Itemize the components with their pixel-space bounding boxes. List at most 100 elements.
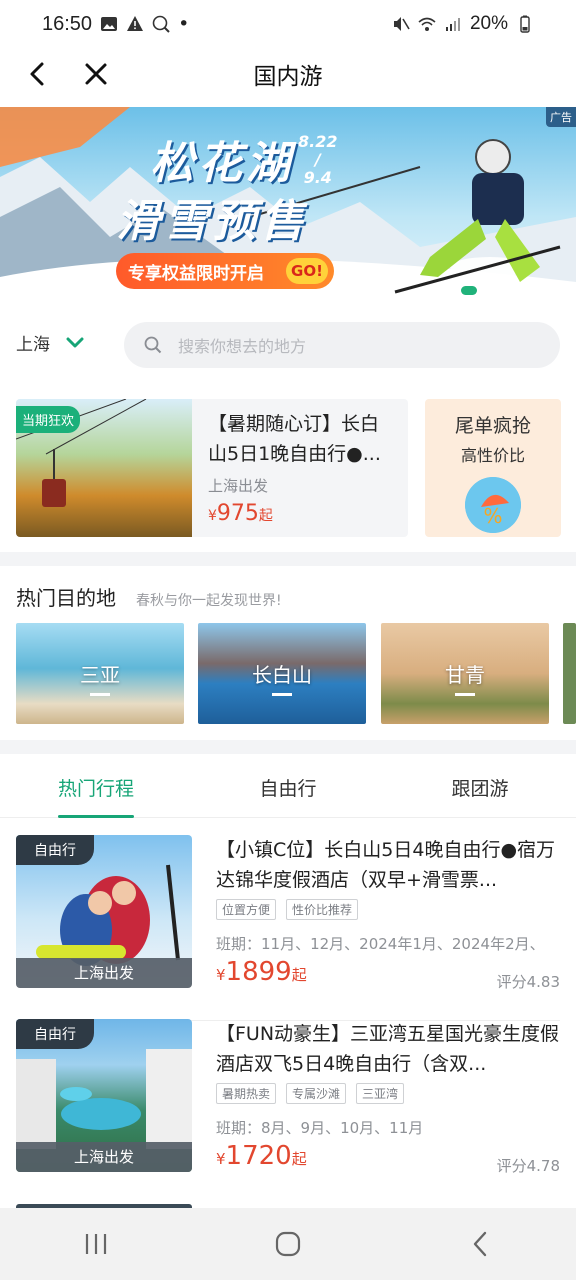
deal-departure: 上海出发	[208, 477, 269, 495]
city-selector[interactable]: 上海	[16, 330, 84, 355]
trip-rating: 评分4.83	[496, 973, 560, 991]
banner-title-line2: 滑雪预售	[116, 196, 308, 247]
trip-tabs: 热门行程 自由行 跟团游	[0, 760, 576, 818]
deal-price-suffix: 起	[258, 508, 273, 524]
svg-text:%: %	[483, 504, 502, 528]
banner-date-start: 8.22	[298, 132, 338, 151]
carousel-dot[interactable]	[513, 286, 522, 295]
section-divider	[0, 552, 576, 566]
trip-price-suffix: 起	[291, 1150, 307, 1168]
carousel-indicator	[461, 286, 552, 295]
trip-price: ¥1720起	[216, 1141, 307, 1171]
trip-price: ¥1899起	[216, 957, 307, 987]
back-icon	[473, 1231, 487, 1257]
signal-icon	[445, 18, 460, 31]
system-nav-bar	[0, 1208, 576, 1280]
status-bar: 16:50 • 20%	[0, 0, 576, 48]
discount-percent-icon: %	[465, 477, 521, 533]
trip-price-value: 1899	[225, 957, 292, 987]
trip-tags: 位置方便 性价比推荐	[216, 899, 359, 920]
trip-image: 自由行 上海出发	[16, 1019, 192, 1172]
carousel-dot[interactable]	[543, 286, 552, 295]
trip-departure: 上海出发	[16, 958, 192, 988]
more-dot-icon: •	[178, 13, 190, 35]
carousel-dot[interactable]	[528, 286, 537, 295]
search-input[interactable]: 搜索你想去的地方	[124, 322, 560, 368]
banner-title-line1: 松花湖	[150, 138, 294, 189]
home-icon	[275, 1231, 301, 1257]
banner-promo-pill[interactable]: 专享权益限时开启 GO!	[116, 253, 334, 289]
battery-icon	[520, 15, 530, 33]
tail-sale-subtitle: 高性价比	[460, 446, 525, 465]
back-button[interactable]	[450, 1222, 510, 1266]
trip-price-suffix: 起	[291, 966, 307, 984]
trip-title: 【FUN动豪生】三亚湾五星国光豪生度假酒店双飞5日4晚自由行（含双...	[216, 1023, 560, 1075]
banner-date-sep: /	[314, 150, 321, 169]
deal-title: 【暑期随心订】长白山5日1晚自由行●...	[208, 413, 381, 465]
destination-label: 长白山	[252, 659, 312, 696]
trip-tag: 位置方便	[216, 899, 277, 920]
trip-currency: ¥	[216, 1150, 226, 1168]
destination-card[interactable]	[563, 623, 576, 724]
trip-rating: 评分4.78	[496, 1157, 560, 1175]
carousel-dot[interactable]	[498, 286, 507, 295]
destination-card[interactable]: 甘青	[381, 623, 549, 724]
banner-go-button[interactable]: GO!	[286, 258, 328, 284]
deal-card[interactable]: 当期狂欢 【暑期随心订】长白山5日1晚自由行●... 上海出发 ¥975起	[16, 399, 408, 537]
city-label: 上海	[16, 335, 50, 355]
trip-tags: 暑期热卖 专属沙滩 三亚湾	[216, 1083, 405, 1104]
back-arrow-icon[interactable]	[22, 58, 54, 90]
mute-icon	[393, 17, 410, 31]
destination-card[interactable]: 三亚	[16, 623, 184, 724]
trip-tag: 性价比推荐	[286, 899, 359, 920]
home-button[interactable]	[258, 1222, 318, 1266]
close-icon[interactable]	[80, 58, 112, 90]
trip-price-value: 1720	[225, 1141, 292, 1171]
trip-tag: 专属沙滩	[286, 1083, 347, 1104]
tab-hot-trips[interactable]: 热门行程	[0, 760, 192, 818]
search-placeholder: 搜索你想去的地方	[178, 337, 307, 356]
carousel-dot[interactable]	[483, 286, 492, 295]
hot-destinations-header: 热门目的地 春秋与你一起发现世界!	[16, 582, 282, 611]
trip-image: 自由行 上海出发	[16, 835, 192, 988]
destination-label: 甘青	[445, 659, 485, 696]
section-divider	[0, 740, 576, 754]
search-icon	[144, 336, 162, 354]
deal-price: ¥975起	[208, 501, 273, 526]
trip-tag: 暑期热卖	[216, 1083, 277, 1104]
trip-departure: 上海出发	[16, 1142, 192, 1172]
hot-destinations-subtitle: 春秋与你一起发现世界!	[136, 593, 282, 609]
carousel-dot[interactable]	[461, 286, 477, 295]
deal-badge: 当期狂欢	[16, 406, 81, 433]
recents-icon	[85, 1234, 107, 1254]
trip-type-badge: 自由行	[16, 1019, 94, 1049]
banner-promo-text: 专享权益限时开启	[128, 263, 264, 284]
trip-list-item[interactable]: 自由行 上海出发 【FUN动豪生】三亚湾五星国光豪生度假酒店双飞5日4晚自由行（…	[0, 1019, 576, 1189]
tab-free-travel[interactable]: 自由行	[192, 760, 384, 817]
trip-tag: 三亚湾	[356, 1083, 405, 1104]
trip-type-badge: 自由行	[16, 835, 94, 865]
deal-currency: ¥	[208, 508, 217, 524]
chevron-down-icon	[66, 337, 84, 347]
recents-button[interactable]	[66, 1222, 126, 1266]
hot-destinations-title: 热门目的地	[16, 586, 116, 610]
trip-currency: ¥	[216, 966, 226, 984]
promo-banner[interactable]: 广告 松花湖 8.22 / 9.4 滑雪预售 专享权益限时开启 GO!	[0, 107, 576, 307]
app-bar: 国内游	[0, 48, 576, 100]
trip-schedule: 班期：11月、12月、2024年1月、2024年2月、	[216, 935, 545, 953]
status-time: 16:50	[42, 12, 93, 35]
banner-dates: 8.22 / 9.4	[298, 133, 337, 187]
tail-sale-card[interactable]: 尾单疯抢 高性价比 %	[425, 399, 561, 537]
ad-tag: 广告	[546, 107, 576, 127]
deal-price-value: 975	[216, 501, 259, 526]
destination-card[interactable]: 长白山	[198, 623, 366, 724]
trip-list-item[interactable]: 自由行 上海出发 【小镇C位】长白山5日4晚自由行●宿万达锦华度假酒店（双早+滑…	[0, 835, 576, 1021]
tab-group-tour[interactable]: 跟团游	[384, 760, 576, 817]
battery-percent: 20%	[469, 13, 508, 34]
destination-label: 三亚	[80, 659, 120, 696]
trip-title: 【小镇C位】长白山5日4晚自由行●宿万达锦华度假酒店（双早+滑雪票...	[216, 839, 556, 891]
warning-icon	[127, 16, 144, 31]
gallery-icon	[101, 17, 118, 31]
tail-sale-title: 尾单疯抢	[454, 415, 531, 437]
font-search-icon	[152, 15, 170, 33]
